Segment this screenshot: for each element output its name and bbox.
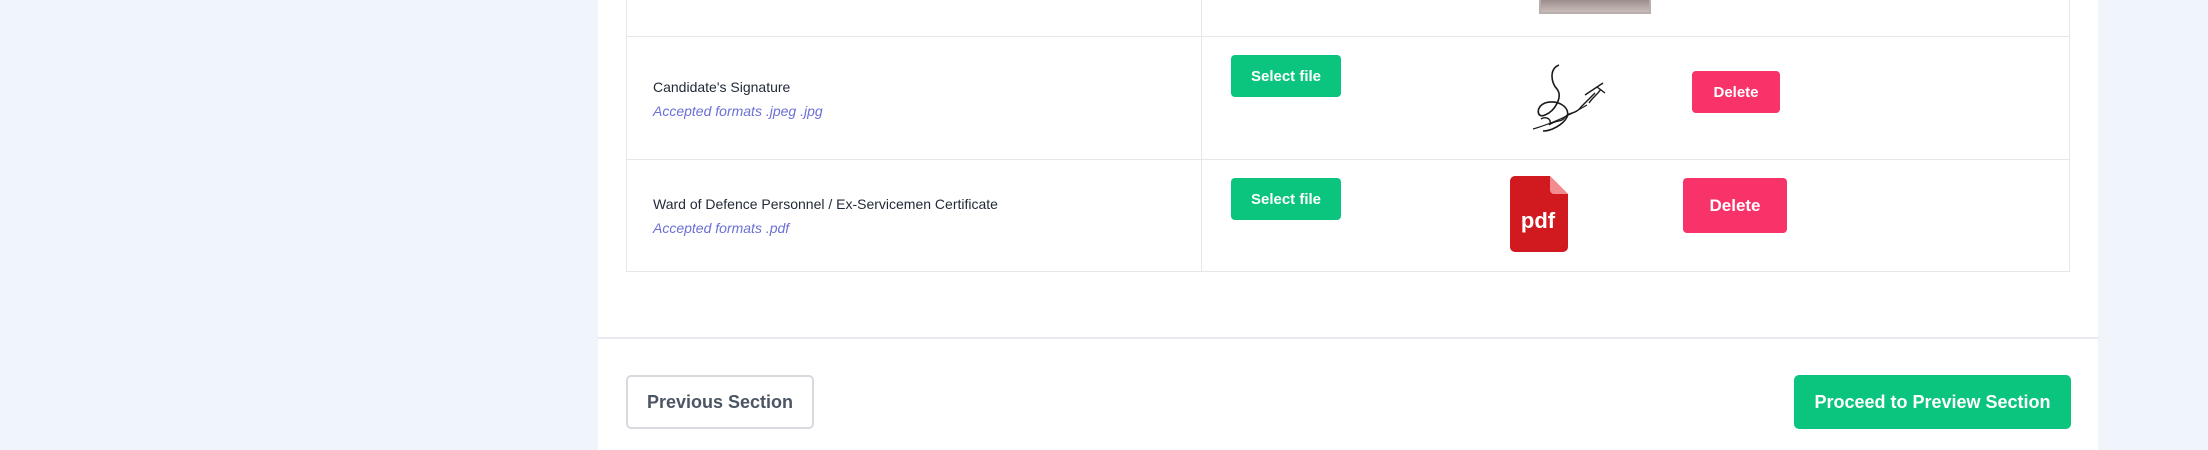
document-name: Ward of Defence Personnel / Ex-Serviceme… — [653, 196, 998, 212]
table-row: Candidate's Signature Accepted formats .… — [627, 36, 2069, 159]
column-divider — [1201, 0, 1202, 36]
select-file-button[interactable]: Select file — [1231, 178, 1341, 220]
previous-section-button[interactable]: Previous Section — [626, 375, 814, 429]
form-panel: Candidate's Signature Accepted formats .… — [598, 0, 2098, 450]
signature-preview-image — [1532, 64, 1606, 132]
photo-preview-image — [1539, 0, 1651, 14]
accepted-formats-hint: Accepted formats .jpeg .jpg — [653, 103, 823, 119]
documents-table: Candidate's Signature Accepted formats .… — [626, 0, 2070, 272]
delete-button[interactable]: Delete — [1683, 178, 1787, 233]
column-divider — [1201, 160, 1202, 271]
delete-button[interactable]: Delete — [1692, 71, 1780, 113]
accepted-formats-hint: Accepted formats .pdf — [653, 220, 790, 236]
column-divider — [1201, 37, 1202, 159]
table-row — [627, 0, 2069, 36]
pdf-file-icon: pdf — [1510, 176, 1568, 252]
select-file-button[interactable]: Select file — [1231, 55, 1341, 97]
table-row: Ward of Defence Personnel / Ex-Serviceme… — [627, 159, 2069, 271]
pdf-badge-text: pdf — [1521, 208, 1556, 233]
proceed-to-preview-button[interactable]: Proceed to Preview Section — [1794, 375, 2071, 429]
footer-divider — [598, 337, 2098, 339]
document-name: Candidate's Signature — [653, 79, 791, 95]
